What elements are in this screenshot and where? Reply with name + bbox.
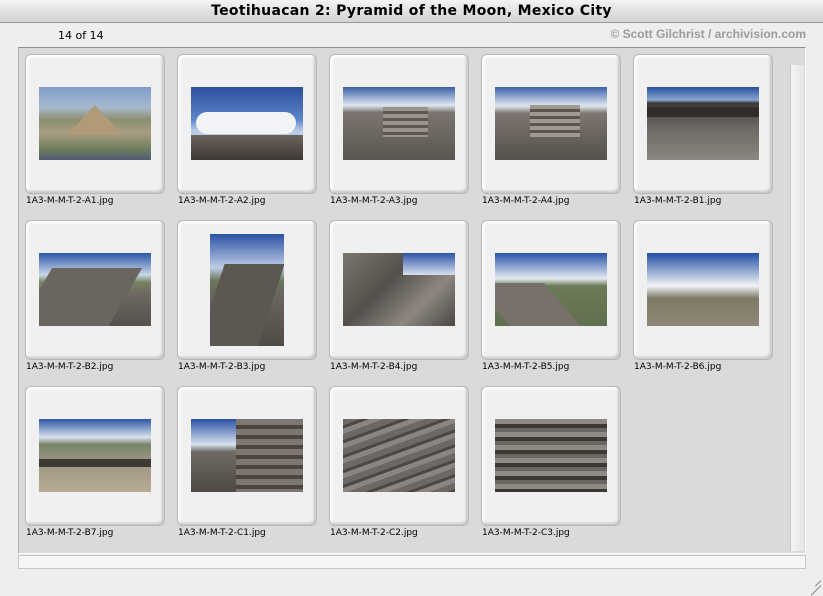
thumbnail-slide[interactable]: [25, 54, 165, 194]
resize-grip-icon[interactable]: [807, 572, 822, 596]
thumbnail-caption: 1A3-M-M-T-2-A1.jpg: [26, 196, 114, 206]
photo-thumbnail: [191, 419, 303, 492]
photo-thumbnail: [495, 87, 607, 160]
thumbnail-slide[interactable]: [25, 220, 165, 360]
thumbnail-slide[interactable]: [177, 54, 317, 194]
photo-thumbnail: [495, 253, 607, 326]
window-title: Teotihuacan 2: Pyramid of the Moon, Mexi…: [0, 0, 823, 23]
thumbnail-caption: 1A3-M-M-T-2-A4.jpg: [482, 196, 570, 206]
thumbnail-slide[interactable]: [329, 54, 469, 194]
photo-thumbnail: [39, 253, 151, 326]
thumbnail-caption: 1A3-M-M-T-2-A3.jpg: [330, 196, 418, 206]
photo-thumbnail: [343, 253, 455, 326]
thumbnail-slide[interactable]: [481, 220, 621, 360]
thumbnail-caption: 1A3-M-M-T-2-B6.jpg: [634, 362, 722, 372]
status-bar: [18, 555, 806, 569]
thumbnail-caption: 1A3-M-M-T-2-A2.jpg: [178, 196, 266, 206]
thumbnail-caption: 1A3-M-M-T-2-B2.jpg: [26, 362, 114, 372]
thumbnail-slide[interactable]: [177, 386, 317, 526]
photo-thumbnail: [39, 87, 151, 160]
thumbnail-caption: 1A3-M-M-T-2-B3.jpg: [178, 362, 266, 372]
photo-thumbnail: [647, 87, 759, 160]
thumbnail-slide[interactable]: [25, 386, 165, 526]
copyright-notice: © Scott Gilchrist / archivision.com: [610, 27, 806, 41]
photo-thumbnail: [343, 419, 455, 492]
thumbnail-slide[interactable]: [481, 386, 621, 526]
thumbnail-caption: 1A3-M-M-T-2-C2.jpg: [330, 528, 418, 538]
thumbnail-caption: 1A3-M-M-T-2-B4.jpg: [330, 362, 418, 372]
photo-thumbnail: [39, 419, 151, 492]
photo-thumbnail: [210, 234, 284, 346]
thumbnail-caption: 1A3-M-M-T-2-B1.jpg: [634, 196, 722, 206]
thumbnail-slide[interactable]: [633, 54, 773, 194]
thumbnail-caption: 1A3-M-M-T-2-C3.jpg: [482, 528, 570, 538]
thumbnail-slide[interactable]: [329, 220, 469, 360]
thumbnail-caption: 1A3-M-M-T-2-B7.jpg: [26, 528, 114, 538]
thumbnail-slide[interactable]: [329, 386, 469, 526]
vertical-scrollbar[interactable]: [790, 65, 804, 551]
thumbnail-caption: 1A3-M-M-T-2-B5.jpg: [482, 362, 570, 372]
image-counter: 14 of 14: [58, 29, 104, 42]
photo-thumbnail: [191, 87, 303, 160]
photo-thumbnail: [495, 419, 607, 492]
photo-thumbnail: [647, 253, 759, 326]
photo-thumbnail: [343, 87, 455, 160]
thumbnail-slide[interactable]: [633, 220, 773, 360]
thumbnail-slide[interactable]: [481, 54, 621, 194]
thumbnail-caption: 1A3-M-M-T-2-C1.jpg: [178, 528, 266, 538]
thumbnail-slide[interactable]: [177, 220, 317, 360]
